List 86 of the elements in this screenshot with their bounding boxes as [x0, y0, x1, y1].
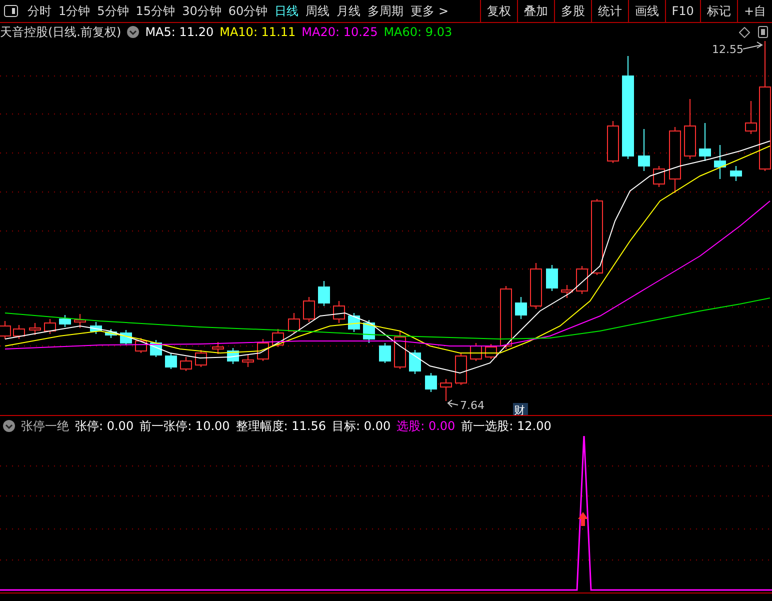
candlestick [561, 284, 573, 298]
candlestick [699, 122, 711, 162]
candlestick [576, 266, 588, 294]
candlestick [195, 350, 207, 368]
candlestick [303, 296, 315, 322]
candlestick [272, 328, 284, 348]
toolbar-button[interactable]: 画线 [628, 0, 665, 22]
candlestick [333, 300, 345, 324]
candlestick [714, 144, 726, 180]
diamond-icon[interactable] [739, 26, 750, 38]
indicator-value: 前一张停: 10.00 [140, 418, 230, 434]
candlestick [455, 352, 467, 386]
candlestick [409, 350, 421, 374]
period-tab[interactable]: 15分钟 [132, 2, 179, 20]
candlestick [607, 120, 619, 164]
low-price-label: 7.64 [460, 399, 484, 412]
toolbar-button[interactable]: 多股 [554, 0, 591, 22]
candlestick [653, 166, 665, 188]
candlestick [684, 98, 696, 160]
candlestick [227, 348, 239, 364]
event-badge[interactable] [513, 403, 528, 415]
high-price-label: 12.55 [712, 43, 744, 56]
candlestick [500, 286, 512, 350]
indicator-value: 前一选股: 12.00 [461, 418, 552, 434]
indicator-value: 目标: 0.00 [332, 418, 391, 434]
candlestick [13, 324, 25, 340]
toolbar-button[interactable]: 统计 [590, 0, 628, 22]
candlestick [74, 314, 86, 328]
candlestick [745, 100, 757, 134]
panel-toggle-icon[interactable] [4, 5, 18, 17]
candlestick [257, 338, 269, 362]
ma-value: MA20: 10.25 [302, 25, 378, 39]
candlestick [105, 328, 117, 338]
period-tab[interactable]: 月线 [333, 2, 364, 20]
candlestick [546, 264, 558, 292]
period-tab[interactable]: 60分钟 [224, 2, 272, 20]
dropdown-icon[interactable] [3, 420, 15, 432]
leader-line [447, 400, 458, 408]
period-tab[interactable]: 周线 [302, 2, 334, 20]
ma-value: MA10: 11.11 [220, 25, 296, 39]
indicator-value: 选股: 0.00 [396, 418, 456, 434]
toolbar-button[interactable]: 标记 [700, 0, 737, 22]
candlestick [379, 342, 391, 364]
indicator-value: 整理幅度: 11.56 [236, 418, 326, 434]
dropdown-icon[interactable] [127, 26, 140, 38]
chart-title: 天音控股(日线.前复权) [0, 24, 122, 40]
candlestick [135, 338, 147, 354]
candlestick [242, 354, 254, 368]
ma-value: MA5: 11.20 [145, 25, 214, 39]
candlestick [180, 356, 192, 372]
period-tab[interactable]: 日线 [271, 2, 302, 20]
period-tab[interactable]: 5分钟 [94, 2, 132, 20]
panel-icon[interactable] [758, 26, 768, 38]
candlestick [485, 344, 497, 360]
candlestick [394, 330, 406, 370]
ma-value: MA60: 9.03 [384, 25, 452, 39]
period-tab[interactable]: 30分钟 [178, 2, 225, 20]
candlestick [29, 322, 41, 336]
period-tab[interactable]: 更多 > [407, 2, 452, 20]
candlestick [44, 318, 56, 334]
candlestick [530, 262, 542, 310]
period-tab[interactable]: 多周期 [364, 2, 408, 20]
toolbar-button[interactable]: +自 [736, 0, 772, 22]
indicator-name: 张停一绝 [21, 418, 69, 434]
indicator-value: 张停: 0.00 [75, 418, 134, 434]
candlestick [638, 128, 650, 172]
period-tab[interactable]: 分时 [24, 2, 55, 20]
up-arrow-icon [578, 512, 588, 526]
candlestick [59, 314, 71, 328]
candlestick [730, 166, 742, 182]
toolbar-button[interactable]: 复权 [480, 0, 517, 22]
candlestick [165, 352, 177, 370]
candlestick [90, 322, 102, 334]
candlestick [363, 320, 375, 344]
candlestick [348, 312, 360, 332]
toolbar-button[interactable]: 叠加 [516, 0, 554, 22]
candlestick [425, 372, 437, 392]
candlestick [212, 342, 224, 354]
candlestick [318, 280, 330, 306]
period-tab[interactable]: 1分钟 [55, 2, 94, 20]
leader-line [742, 42, 763, 50]
candlestick [288, 312, 300, 334]
toolbar-button[interactable]: F10 [664, 0, 700, 22]
candlestick [440, 378, 452, 402]
candlestick [669, 126, 681, 194]
candlestick [515, 296, 527, 320]
